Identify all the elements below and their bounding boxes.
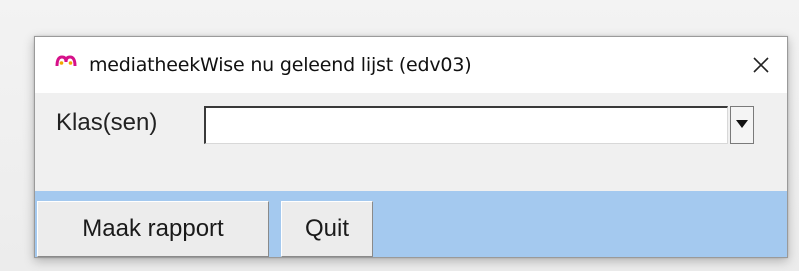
- close-icon: [752, 56, 770, 74]
- dropdown-arrow-icon: [735, 116, 749, 134]
- quit-button[interactable]: Quit: [281, 201, 373, 257]
- close-button[interactable]: [735, 37, 787, 93]
- button-bar: Maak rapport Quit: [35, 191, 787, 257]
- window-title: mediatheekWise nu geleend lijst (edv03): [89, 54, 472, 76]
- form-area: Klas(sen): [35, 93, 787, 191]
- klas-input[interactable]: [204, 106, 728, 144]
- klas-label: Klas(sen): [56, 109, 158, 136]
- app-window: mediatheekWise nu geleend lijst (edv03) …: [34, 36, 788, 258]
- title-bar: mediatheekWise nu geleend lijst (edv03): [35, 37, 787, 93]
- mediatheekwise-logo-icon: [55, 54, 77, 70]
- klas-dropdown-button[interactable]: [730, 106, 754, 144]
- klas-combobox[interactable]: [204, 106, 784, 144]
- maak-rapport-button[interactable]: Maak rapport: [37, 201, 269, 257]
